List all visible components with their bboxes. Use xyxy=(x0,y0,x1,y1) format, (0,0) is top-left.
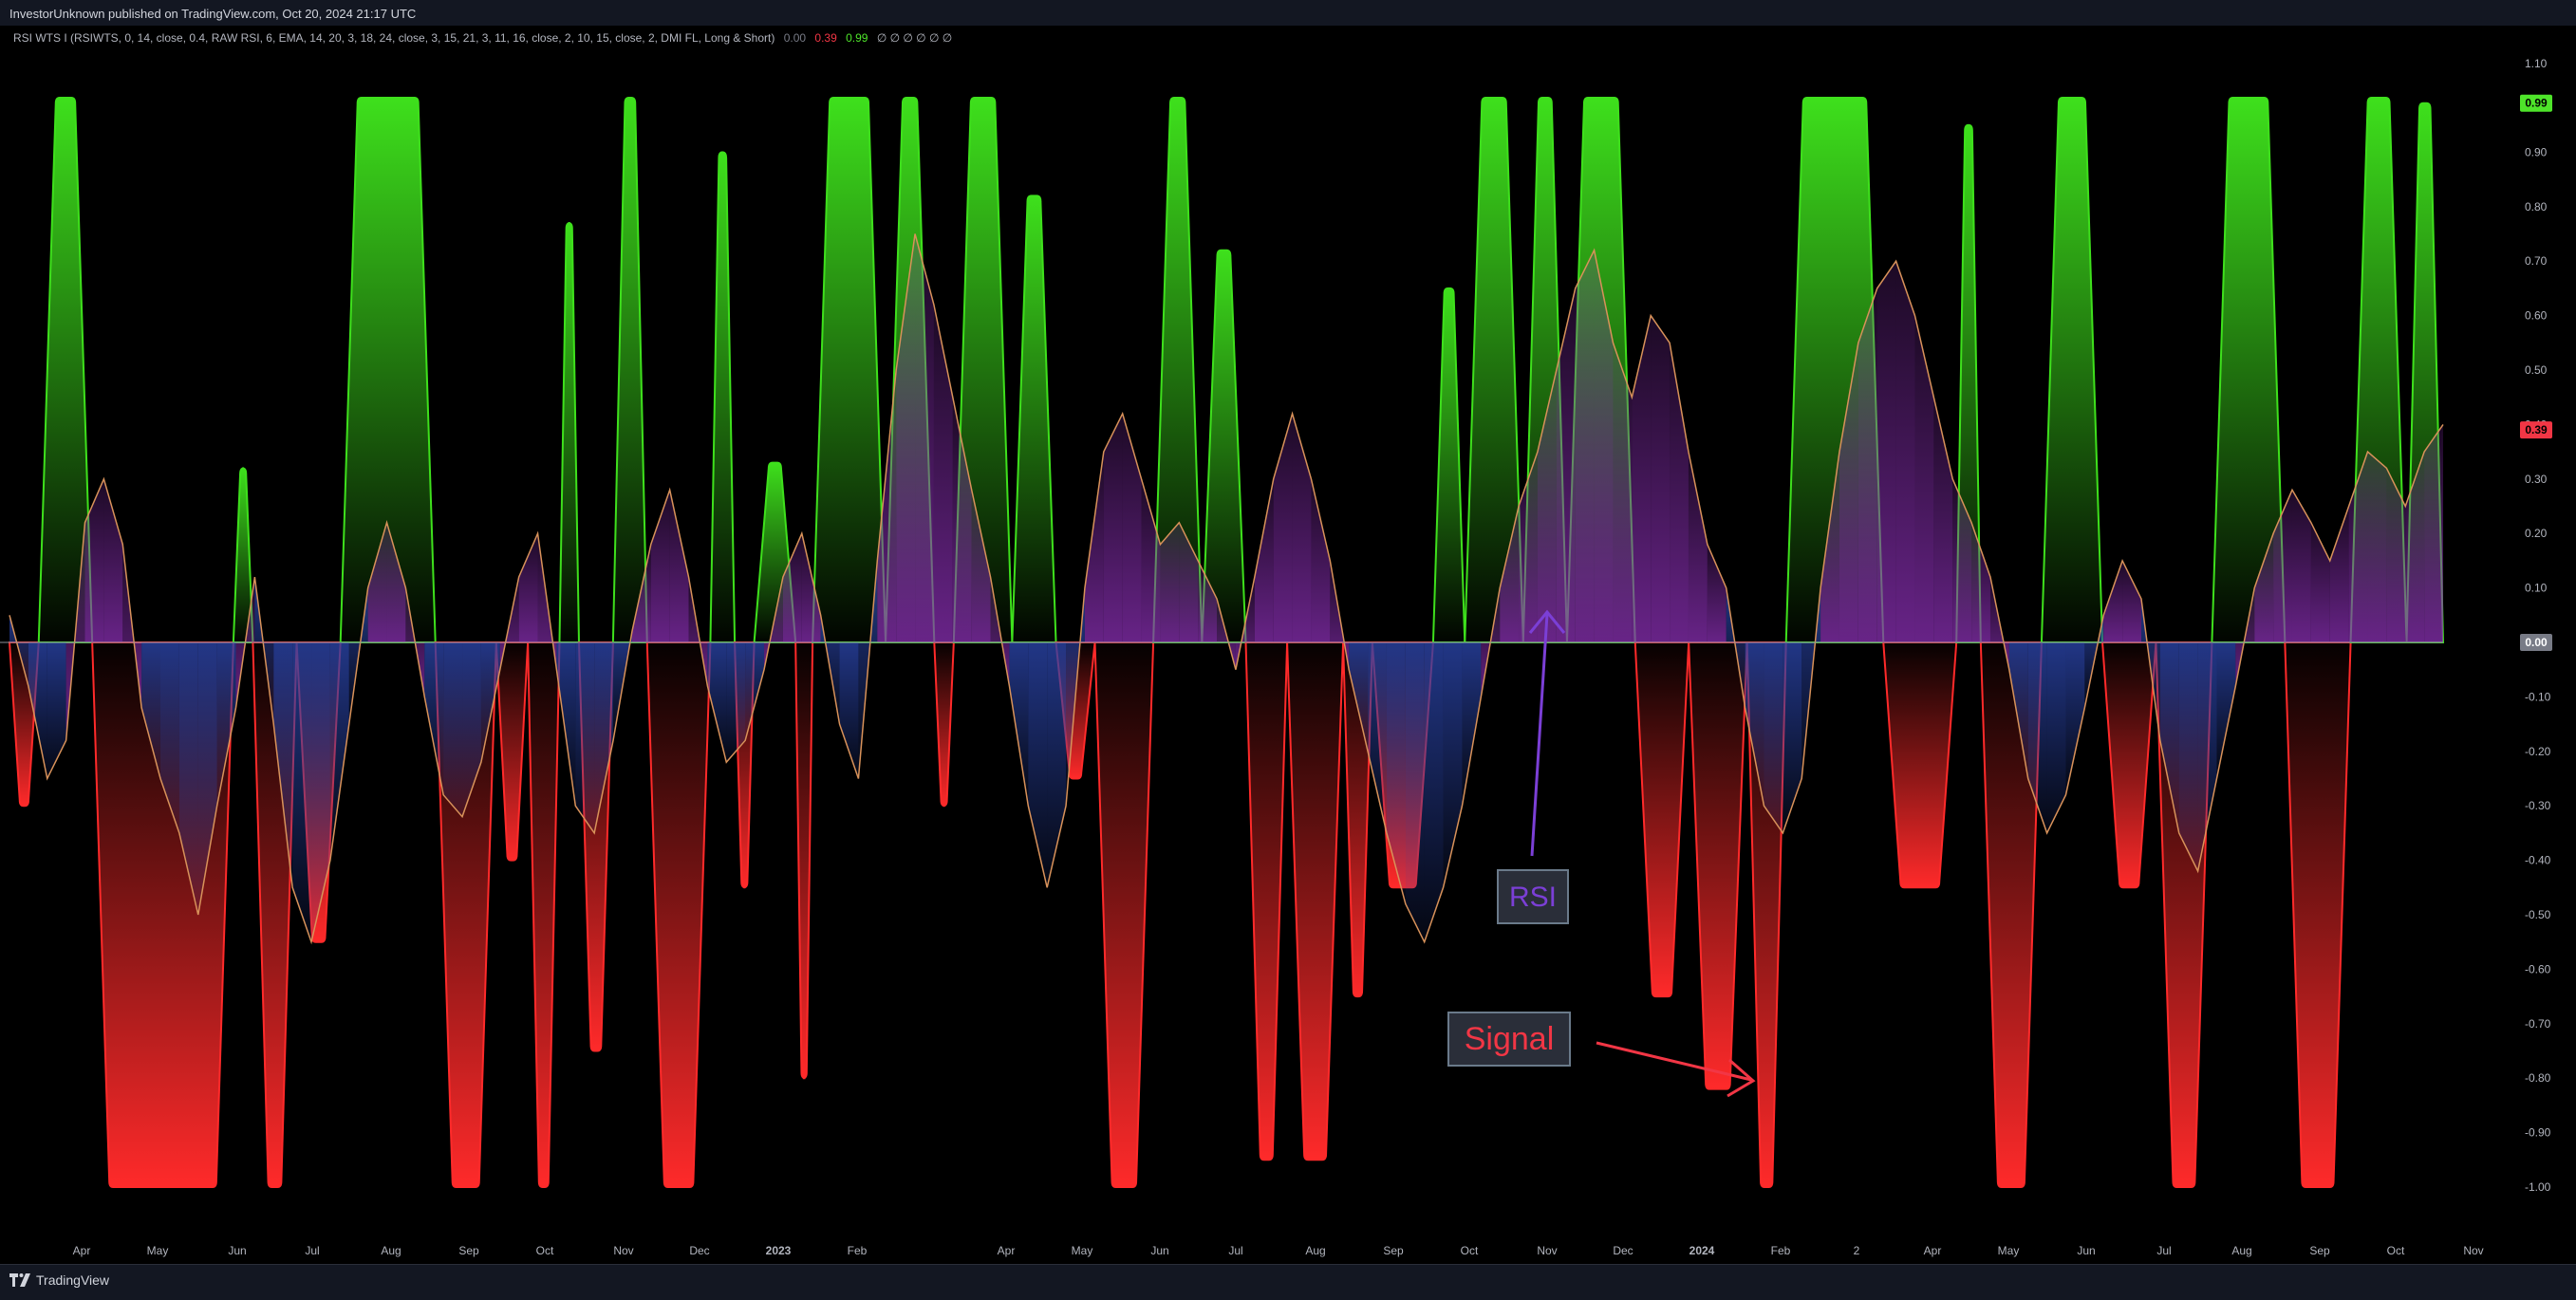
x-tick-label: Jul xyxy=(305,1244,319,1257)
indicator-chart[interactable]: RSI WTS I (RSIWTS, 0, 14, close, 0.4, RA… xyxy=(0,26,2576,1264)
x-tick-label: Aug xyxy=(381,1244,401,1257)
rsi-fill xyxy=(1575,250,1595,642)
x-tick-label: Nov xyxy=(613,1244,633,1257)
rsi-fill xyxy=(1876,261,1896,642)
y-tick-label: 0.90 xyxy=(2525,145,2548,158)
price-badge-label: 0.99 xyxy=(2525,97,2548,110)
attribution-bar: InvestorUnknown published on TradingView… xyxy=(0,0,2576,26)
price-badge-label: 0.00 xyxy=(2525,636,2548,649)
x-tick-label: Apr xyxy=(1924,1244,1942,1257)
x-tick-label: Jun xyxy=(228,1244,246,1257)
y-tick-label: 0.80 xyxy=(2525,200,2548,214)
x-tick-label: 2 xyxy=(1854,1244,1860,1257)
x-tick-label: Jun xyxy=(1150,1244,1168,1257)
rsi-fill xyxy=(1103,413,1123,642)
x-tick-label: Dec xyxy=(1613,1244,1633,1257)
rsi-fill xyxy=(1764,642,1783,833)
y-tick-label: 1.10 xyxy=(2525,57,2548,70)
rsi-fill xyxy=(1857,288,1877,642)
y-tick-label: -0.10 xyxy=(2525,690,2551,703)
x-tick-label: Jul xyxy=(2156,1244,2171,1257)
x-tick-label: Oct xyxy=(1461,1244,1479,1257)
y-tick-label: -1.00 xyxy=(2525,1180,2551,1194)
y-tick-label: 0.70 xyxy=(2525,254,2548,268)
legend-value-1: 0.00 xyxy=(784,31,807,45)
y-tick-label: 0.60 xyxy=(2525,309,2548,323)
y-tick-label: -0.30 xyxy=(2525,799,2551,812)
rsi-fill xyxy=(2424,424,2443,642)
x-tick-label: Sep xyxy=(1383,1244,1404,1257)
price-badge-label: 0.39 xyxy=(2525,423,2548,436)
x-tick-label: Sep xyxy=(2309,1244,2330,1257)
y-tick-label: -0.50 xyxy=(2525,908,2551,921)
attribution-text: InvestorUnknown published on TradingView… xyxy=(9,7,417,21)
x-tick-label: May xyxy=(1072,1244,1093,1257)
y-tick-label: -0.20 xyxy=(2525,745,2551,758)
rsi-fill xyxy=(1405,642,1425,942)
y-tick-label: -0.60 xyxy=(2525,962,2551,975)
y-tick-label: -0.90 xyxy=(2525,1126,2551,1140)
x-tick-label: Nov xyxy=(2463,1244,2483,1257)
rsi-label: RSI xyxy=(1509,882,1557,913)
y-tick-label: -0.40 xyxy=(2525,854,2551,867)
y-tick-label: -0.80 xyxy=(2525,1071,2551,1085)
x-tick-label: Feb xyxy=(848,1244,868,1257)
y-tick-label: -0.70 xyxy=(2525,1017,2551,1031)
x-tick-label: Apr xyxy=(998,1244,1016,1257)
x-tick-label: Sep xyxy=(458,1244,479,1257)
x-tick-label: Apr xyxy=(73,1244,91,1257)
x-tick-label: Aug xyxy=(1305,1244,1325,1257)
rsi-fill xyxy=(1651,315,1671,642)
rsi-fill xyxy=(2367,452,2387,642)
x-tick-label: Aug xyxy=(2231,1244,2251,1257)
tradingview-logo[interactable]: TradingView xyxy=(9,1272,109,1288)
y-tick-label: 0.20 xyxy=(2525,527,2548,540)
footer-bar: TradingView xyxy=(0,1264,2576,1300)
legend-value-2: 0.39 xyxy=(814,31,837,45)
legend-placeholders: ∅ ∅ ∅ ∅ ∅ ∅ xyxy=(877,31,952,45)
x-tick-label: Jul xyxy=(1228,1244,1242,1257)
x-tick-label: Feb xyxy=(1771,1244,1791,1257)
legend-label: RSI WTS I (RSIWTS, 0, 14, close, 0.4, RA… xyxy=(13,31,775,45)
rsi-fill xyxy=(575,642,595,833)
y-tick-label: 0.30 xyxy=(2525,473,2548,486)
x-tick-label: Jun xyxy=(2077,1244,2095,1257)
x-tick-label: 2023 xyxy=(766,1244,792,1257)
x-tick-label: Dec xyxy=(689,1244,709,1257)
y-tick-label: 0.50 xyxy=(2525,363,2548,377)
x-tick-label: Oct xyxy=(2387,1244,2405,1257)
brand-name: TradingView xyxy=(36,1272,110,1288)
y-tick-label: 0.10 xyxy=(2525,582,2548,595)
x-tick-label: Oct xyxy=(536,1244,554,1257)
signal-label: Signal xyxy=(1465,1021,1555,1057)
rsi-fill xyxy=(1895,261,1915,642)
rsi-fill xyxy=(2178,642,2198,872)
tradingview-icon xyxy=(9,1273,30,1287)
rsi-fill xyxy=(443,642,463,817)
legend-value-3: 0.99 xyxy=(846,31,868,45)
x-tick-label: 2024 xyxy=(1689,1244,1715,1257)
x-tick-label: May xyxy=(1998,1244,2020,1257)
x-tick-label: Nov xyxy=(1537,1244,1557,1257)
x-tick-label: May xyxy=(147,1244,169,1257)
